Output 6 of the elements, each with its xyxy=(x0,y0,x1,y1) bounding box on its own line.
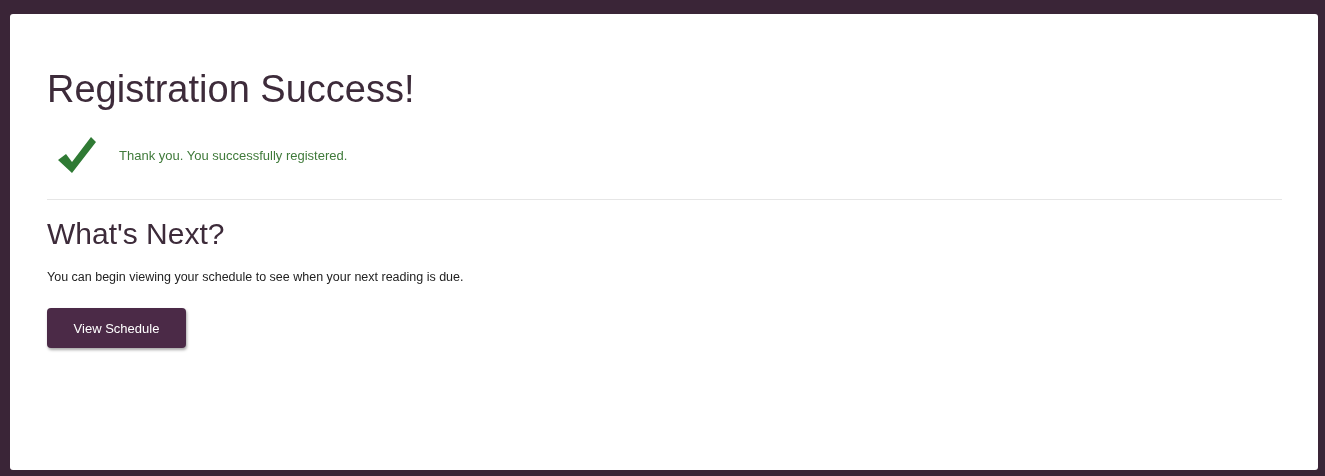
section-heading: What's Next? xyxy=(47,216,226,252)
view-schedule-button[interactable]: View Schedule xyxy=(47,308,186,348)
instruction-text: You can begin viewing your schedule to see when your next reading is due. xyxy=(47,270,465,284)
success-message: Thank you. You successfully registered. xyxy=(119,147,348,163)
page-title: Registration Success! xyxy=(47,67,416,112)
checkmark-icon xyxy=(57,136,97,174)
